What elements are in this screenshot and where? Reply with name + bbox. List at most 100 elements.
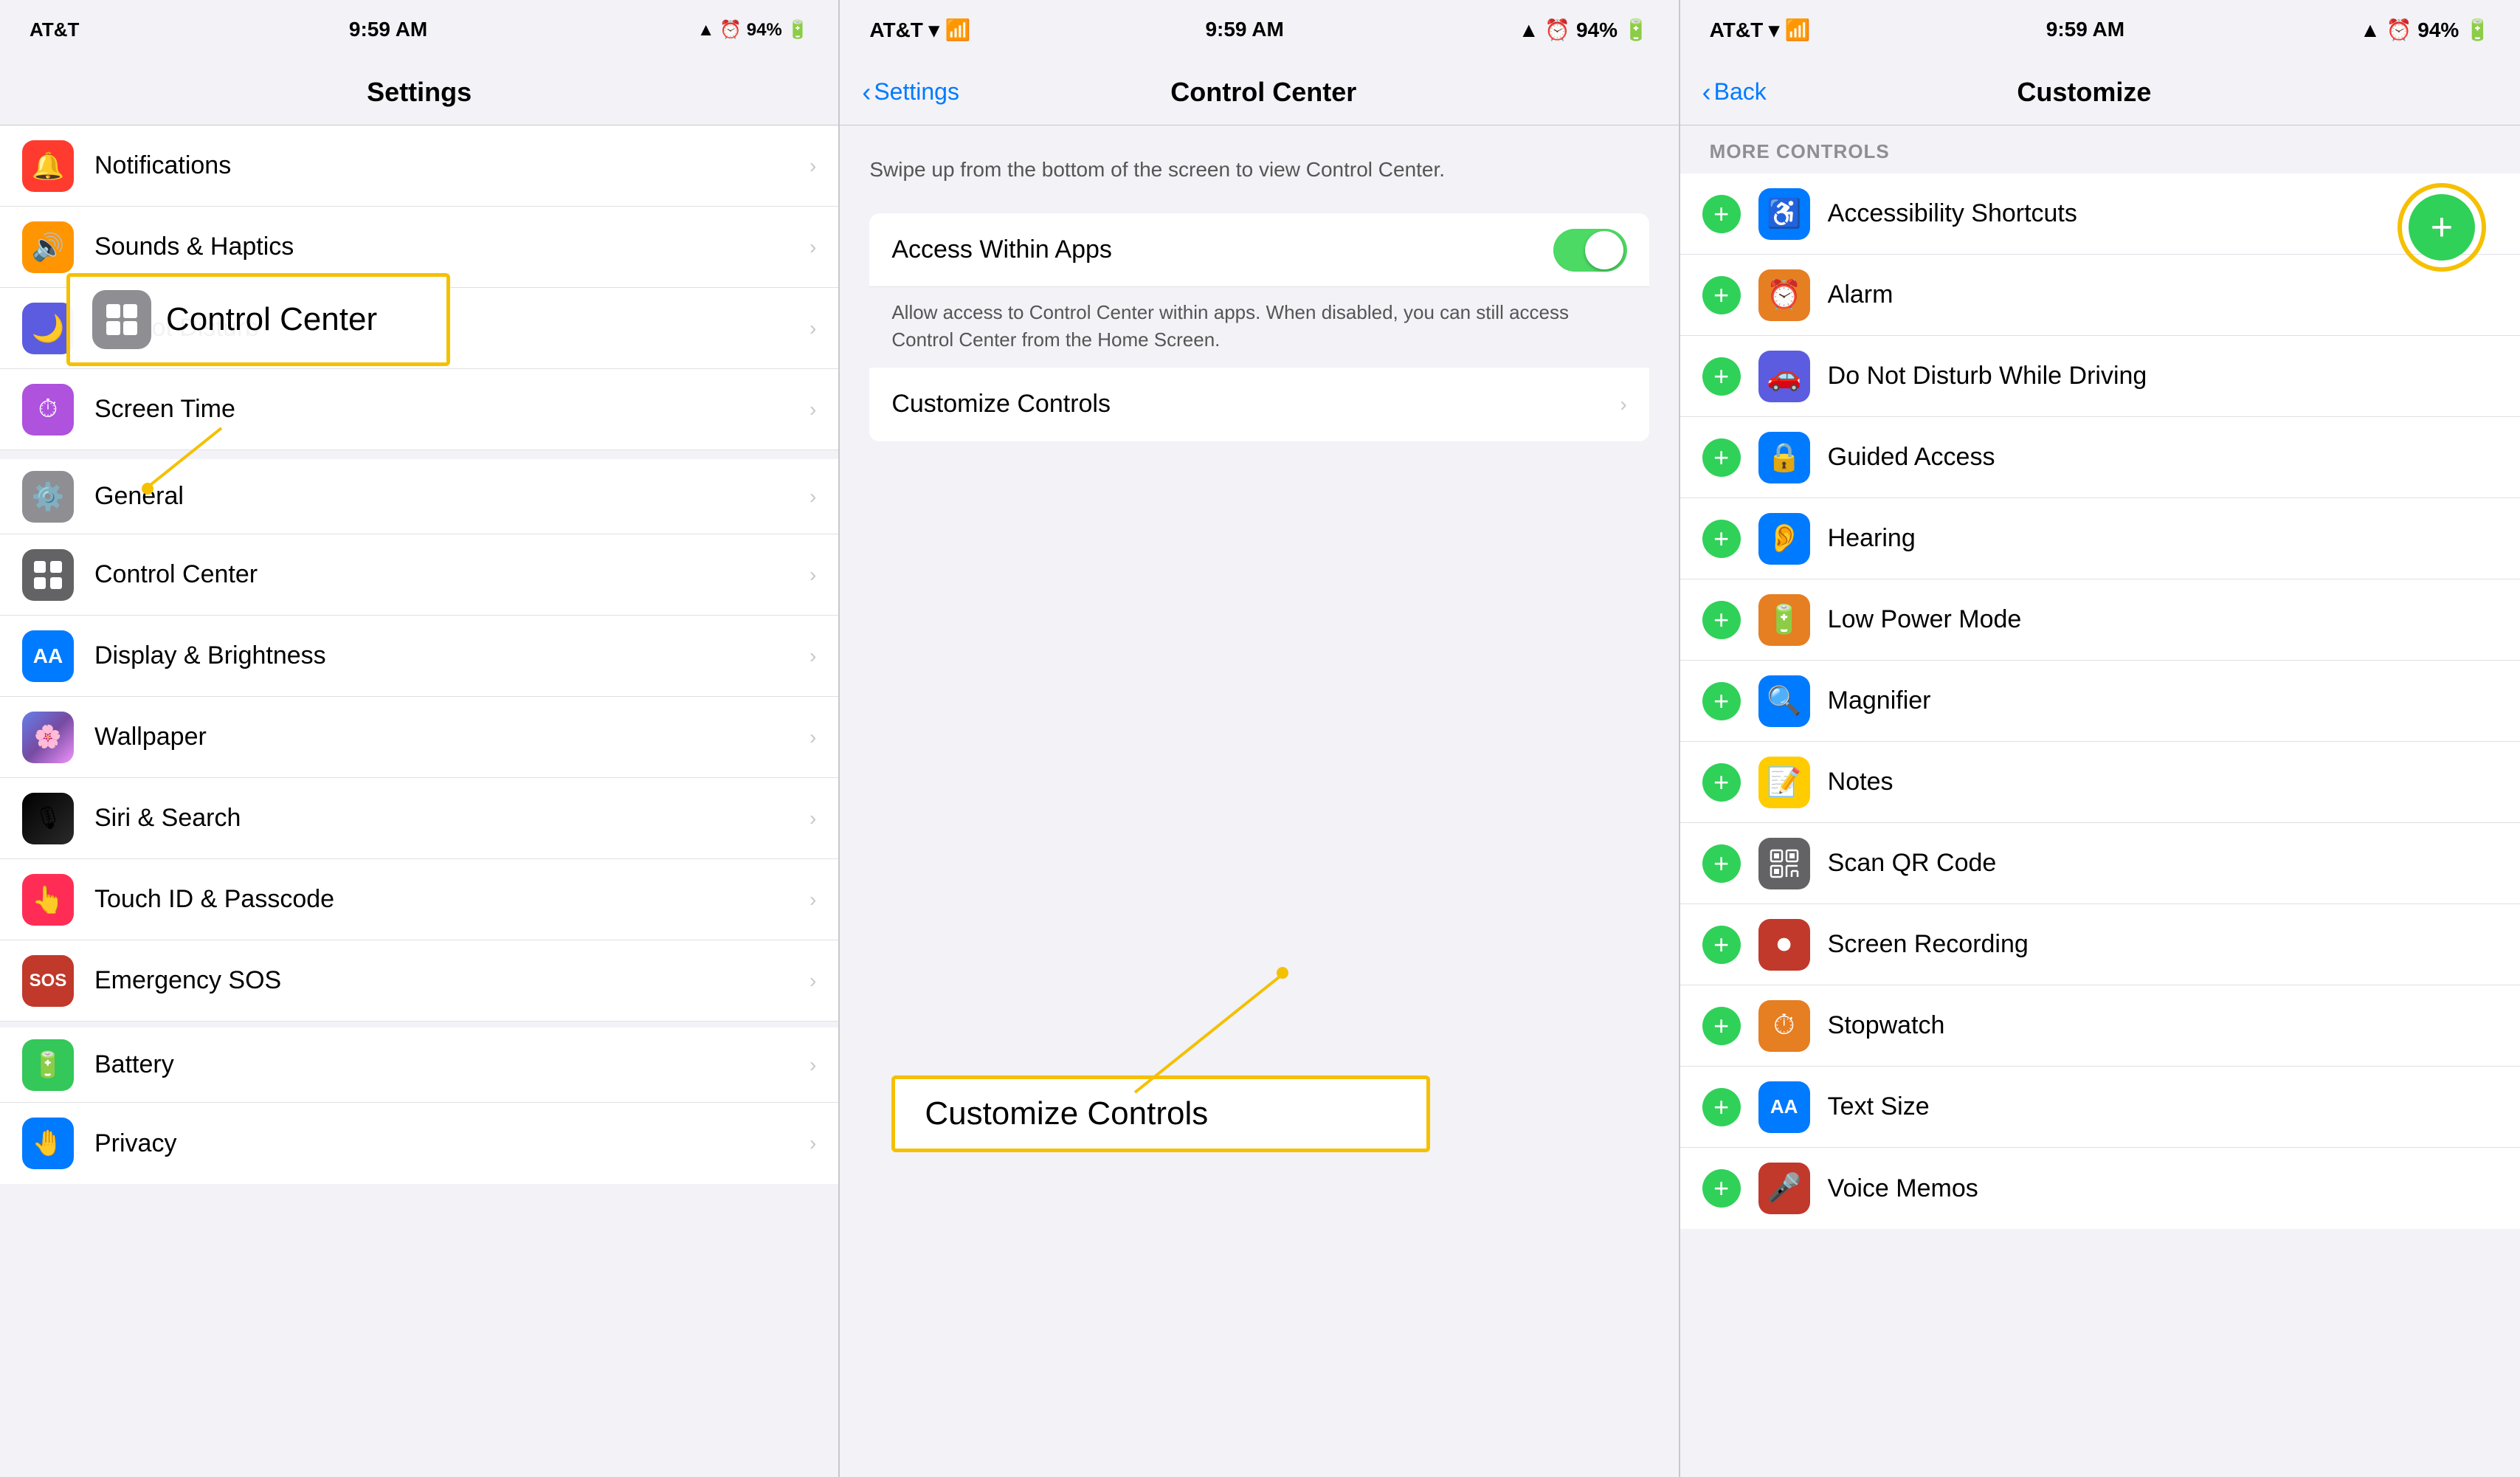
chevron-control-center: › <box>809 563 816 587</box>
add-screen-recording-btn[interactable]: + <box>1702 926 1741 964</box>
list-item-low-power-mode[interactable]: + 🔋 Low Power Mode <box>1680 579 2520 661</box>
list-item-magnifier[interactable]: + 🔍 Magnifier <box>1680 661 2520 742</box>
add-voice-memos-btn[interactable]: + <box>1702 1169 1741 1208</box>
privacy-label: Privacy <box>94 1129 809 1158</box>
time-1: 9:59 AM <box>349 18 427 41</box>
customize-panel: AT&T ▾ 📶 9:59 AM ▲ ⏰ 94% 🔋 ‹ Back Custom… <box>1680 0 2520 1477</box>
hearing-icon: 👂 <box>1758 513 1810 565</box>
toggle-description: Allow access to Control Center within ap… <box>869 287 1649 368</box>
chevron-sounds: › <box>809 235 816 259</box>
list-item-alarm[interactable]: + ⏰ Alarm <box>1680 255 2520 336</box>
add-alarm-btn[interactable]: + <box>1702 276 1741 314</box>
customize-controls-row[interactable]: Customize Controls › <box>869 368 1649 441</box>
back-chevron-3: ‹ <box>1702 77 1711 108</box>
voice-memos-label: Voice Memos <box>1828 1174 2498 1203</box>
chevron-display: › <box>809 644 816 668</box>
carrier-3: AT&T ▾ 📶 <box>1710 18 1811 42</box>
list-item-stopwatch[interactable]: + ⏱ Stopwatch <box>1680 985 2520 1067</box>
touch-id-icon: 👆 <box>22 874 74 926</box>
chevron-emergency-sos: › <box>809 969 816 993</box>
dnd-driving-label: Do Not Disturb While Driving <box>1828 362 2498 390</box>
settings-row-siri[interactable]: 🎙 Siri & Search › <box>0 778 838 859</box>
settings-row-privacy[interactable]: 🤚 Privacy › <box>0 1103 838 1184</box>
access-within-apps-toggle[interactable] <box>1553 229 1627 272</box>
list-item-do-not-disturb-driving[interactable]: + 🚗 Do Not Disturb While Driving <box>1680 336 2520 417</box>
hearing-label: Hearing <box>1828 524 2498 553</box>
siri-icon: 🎙 <box>22 793 74 844</box>
add-dnd-driving-btn[interactable]: + <box>1702 357 1741 396</box>
dnd-driving-icon: 🚗 <box>1758 351 1810 402</box>
chevron-touch-id: › <box>809 888 816 912</box>
add-low-power-btn[interactable]: + <box>1702 601 1741 639</box>
add-text-size-btn[interactable]: + <box>1702 1088 1741 1126</box>
sounds-label: Sounds & Haptics <box>94 233 809 261</box>
text-size-label: Text Size <box>1828 1092 2498 1121</box>
settings-row-general[interactable]: ⚙️ General › <box>0 453 838 534</box>
general-icon: ⚙️ <box>22 471 74 523</box>
accessibility-shortcuts-icon: ♿ <box>1758 188 1810 240</box>
chevron-privacy: › <box>809 1132 816 1155</box>
voice-memos-icon: 🎤 <box>1758 1163 1810 1214</box>
notifications-icon: 🔔 <box>22 140 74 192</box>
back-button-2[interactable]: ‹ Settings <box>862 77 959 108</box>
add-notes-btn[interactable]: + <box>1702 763 1741 802</box>
settings-row-display[interactable]: AA Display & Brightness › <box>0 616 838 697</box>
touch-id-label: Touch ID & Passcode <box>94 885 809 914</box>
add-scan-qr-btn[interactable]: + <box>1702 844 1741 883</box>
add-guided-access-btn[interactable]: + <box>1702 438 1741 477</box>
guided-access-icon: 🔒 <box>1758 432 1810 483</box>
stopwatch-icon: ⏱ <box>1758 1000 1810 1052</box>
list-item-hearing[interactable]: + 👂 Hearing <box>1680 498 2520 579</box>
control-center-row-icon <box>22 549 74 601</box>
battery-icon: 🔋 <box>22 1039 74 1091</box>
carrier-2: AT&T ▾ 📶 <box>869 18 970 42</box>
nav-bar-2: ‹ Settings Control Center <box>840 59 1678 125</box>
settings-row-wallpaper[interactable]: 🌸 Wallpaper › <box>0 697 838 778</box>
chevron-screen-time: › <box>809 398 816 421</box>
access-within-apps-row[interactable]: Access Within Apps <box>869 213 1649 287</box>
scan-qr-icon <box>1758 838 1810 889</box>
nav-bar-3: ‹ Back Customize <box>1680 59 2520 125</box>
add-stopwatch-btn[interactable]: + <box>1702 1007 1741 1045</box>
toggle-knob <box>1585 231 1623 269</box>
cc-highlight-label: Control Center <box>166 301 377 338</box>
add-accessibility-btn[interactable]: + <box>1702 195 1741 233</box>
back-button-3[interactable]: ‹ Back <box>1702 77 1767 108</box>
wallpaper-label: Wallpaper <box>94 723 809 751</box>
back-label-3: Back <box>1714 78 1767 106</box>
status-bar-2: AT&T ▾ 📶 9:59 AM ▲ ⏰ 94% 🔋 <box>840 0 1678 59</box>
settings-row-touch-id[interactable]: 👆 Touch ID & Passcode › <box>0 859 838 940</box>
guided-access-label: Guided Access <box>1828 443 2498 472</box>
chevron-wallpaper: › <box>809 726 816 749</box>
status-icons-3: ▲ ⏰ 94% 🔋 <box>2360 18 2490 42</box>
add-hearing-btn[interactable]: + <box>1702 520 1741 558</box>
access-within-apps-label: Access Within Apps <box>891 235 1553 264</box>
control-center-nav-title: Control Center <box>959 77 1568 108</box>
list-item-screen-recording[interactable]: + ⏺ Screen Recording <box>1680 904 2520 985</box>
list-item-voice-memos[interactable]: + 🎤 Voice Memos <box>1680 1148 2520 1229</box>
settings-row-notifications[interactable]: 🔔 Notifications › <box>0 125 838 207</box>
settings-row-control-center[interactable]: Control Center › <box>0 534 838 616</box>
list-item-accessibility-shortcuts[interactable]: + ♿ Accessibility Shortcuts <box>1680 173 2520 255</box>
sounds-icon: 🔊 <box>22 221 74 273</box>
customize-controls-highlight-box: Customize Controls <box>891 1075 1430 1152</box>
settings-row-screen-time[interactable]: ⏱ Screen Time › <box>0 369 838 450</box>
highlighted-add-btn[interactable]: + <box>2409 194 2475 261</box>
settings-title: Settings <box>367 77 472 108</box>
list-item-scan-qr[interactable]: + Scan QR Code <box>1680 823 2520 904</box>
settings-row-emergency-sos[interactable]: SOS Emergency SOS › <box>0 940 838 1022</box>
text-size-icon: AA <box>1758 1081 1810 1133</box>
stopwatch-label: Stopwatch <box>1828 1011 2498 1040</box>
list-item-text-size[interactable]: + AA Text Size <box>1680 1067 2520 1148</box>
list-item-notes[interactable]: + 📝 Notes <box>1680 742 2520 823</box>
alarm-label: Alarm <box>1828 280 2498 309</box>
add-magnifier-btn[interactable]: + <box>1702 682 1741 720</box>
time-2: 9:59 AM <box>1205 18 1283 41</box>
list-item-guided-access[interactable]: + 🔒 Guided Access <box>1680 417 2520 498</box>
settings-panel: AT&T 9:59 AM ▲ ⏰ 94% 🔋 Settings Control … <box>0 0 840 1477</box>
control-center-row-label: Control Center <box>94 560 809 589</box>
chevron-dnd: › <box>809 317 816 340</box>
settings-row-battery[interactable]: 🔋 Battery › <box>0 1022 838 1103</box>
carrier-1: AT&T <box>30 18 79 41</box>
scan-qr-label: Scan QR Code <box>1828 849 2498 878</box>
